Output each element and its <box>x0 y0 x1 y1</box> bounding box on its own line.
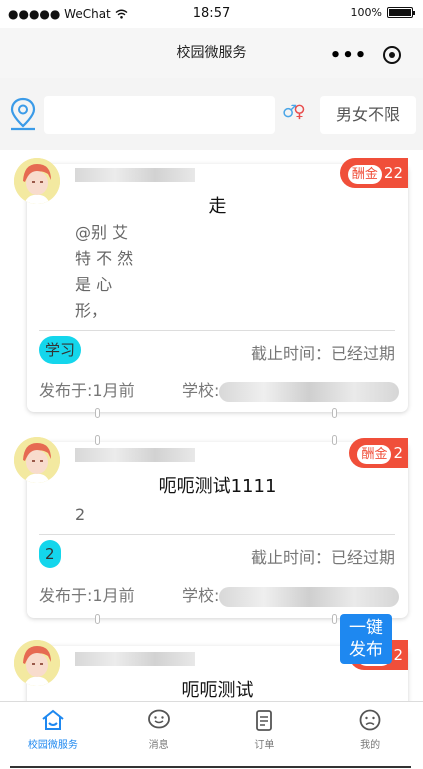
tab-label: 消息 <box>148 740 169 751</box>
tab-label: 校园微服务 <box>27 740 78 751</box>
battery-status: 100% <box>350 6 415 19</box>
female-symbol: ♀ <box>293 102 306 122</box>
tab-bar: 校园微服务 消息 订单 我的 <box>0 701 423 755</box>
target-icon <box>382 46 401 64</box>
battery-percent: 100% <box>350 6 382 19</box>
card-ring <box>95 408 100 418</box>
user-name-blurred <box>75 448 195 462</box>
close-miniprogram-button[interactable] <box>370 46 413 64</box>
app-screen: ●●●●● WeChat 18:57 100% 校园微服务 ••• ♂♀ 男女不… <box>0 0 423 769</box>
battery-icon <box>387 7 415 18</box>
card-ring <box>332 408 337 418</box>
user-name-blurred <box>75 168 195 182</box>
post-title: 走 <box>208 196 227 217</box>
tab-home[interactable]: 校园微服务 <box>0 702 106 755</box>
post-body: 2 <box>75 505 86 524</box>
school-name-blurred <box>219 586 400 607</box>
school-label: 学校: <box>182 586 220 605</box>
deadline-text: 截止时间：已经过期 <box>250 344 395 363</box>
tab-orders[interactable]: 订单 <box>212 702 318 755</box>
user-name-blurred <box>75 652 195 666</box>
reward-badge: 酬金 22 <box>339 158 408 188</box>
navigation-bar: 校园微服务 ••• <box>0 28 423 78</box>
avatar[interactable] <box>14 640 60 686</box>
category-tag[interactable]: 学习 <box>39 336 82 364</box>
category-tag[interactable]: 2 <box>39 540 61 568</box>
divider <box>39 534 395 535</box>
school-info: 学校: <box>182 582 400 607</box>
reward-amount: 2 <box>393 444 403 462</box>
post-card[interactable]: 呃呃测试1111 2 2 截止时间：已经过期 发布于:1月前 学校: <box>27 442 408 618</box>
post-title: 呃呃测试1111 <box>158 476 277 497</box>
search-input[interactable] <box>44 96 275 134</box>
published-time: 发布于:1月前 <box>39 381 135 400</box>
publish-line-1: 一键 <box>349 618 383 638</box>
menu-capsule: ••• <box>327 40 413 70</box>
avatar-image <box>14 437 60 483</box>
location-pin-icon[interactable] <box>8 96 38 132</box>
card-ring <box>332 435 337 445</box>
post-title: 呃呃测试 <box>181 680 254 701</box>
published-time: 发布于:1月前 <box>39 586 135 605</box>
status-bar: ●●●●● WeChat 18:57 100% <box>0 0 423 28</box>
post-body: @别 艾 特 不 然 是 心 形， <box>75 223 134 320</box>
reward-amount: 2 <box>393 646 403 664</box>
quick-publish-button[interactable]: 一键 发布 <box>340 614 392 664</box>
avatar-image <box>14 158 60 204</box>
tab-profile[interactable]: 我的 <box>317 702 423 755</box>
card-ring <box>95 435 100 445</box>
tab-messages[interactable]: 消息 <box>106 702 212 755</box>
card-ring <box>332 614 337 624</box>
school-name-blurred <box>219 381 400 402</box>
face-icon <box>359 709 381 731</box>
avatar[interactable] <box>14 158 60 204</box>
reward-label: 酬金 <box>347 165 382 184</box>
tab-label: 订单 <box>254 740 275 751</box>
home-indicator <box>10 766 411 768</box>
divider <box>39 330 395 331</box>
deadline-text: 截止时间：已经过期 <box>250 548 395 567</box>
gender-icon: ♂♀ <box>282 102 306 122</box>
school-label: 学校: <box>182 381 220 400</box>
school-info: 学校: <box>182 377 400 402</box>
reward-badge: 酬金2 <box>349 438 408 468</box>
publish-line-2: 发布 <box>349 640 383 660</box>
more-menu-button[interactable]: ••• <box>327 45 370 66</box>
avatar[interactable] <box>14 437 60 483</box>
card-ring <box>95 614 100 624</box>
tab-label: 我的 <box>360 740 381 751</box>
avatar-image <box>14 640 60 686</box>
school-home-icon <box>42 709 64 730</box>
reward-label: 酬金 <box>357 445 392 464</box>
order-icon <box>256 710 273 731</box>
gender-select[interactable]: 男女不限 <box>320 96 416 134</box>
reward-amount: 22 <box>383 164 403 182</box>
message-icon <box>147 709 170 729</box>
filter-bar: ♂♀ 男女不限 <box>0 78 423 150</box>
post-card[interactable]: 走 @别 艾 特 不 然 是 心 形， 学习 截止时间：已经过期 发布于:1月前… <box>27 164 408 412</box>
